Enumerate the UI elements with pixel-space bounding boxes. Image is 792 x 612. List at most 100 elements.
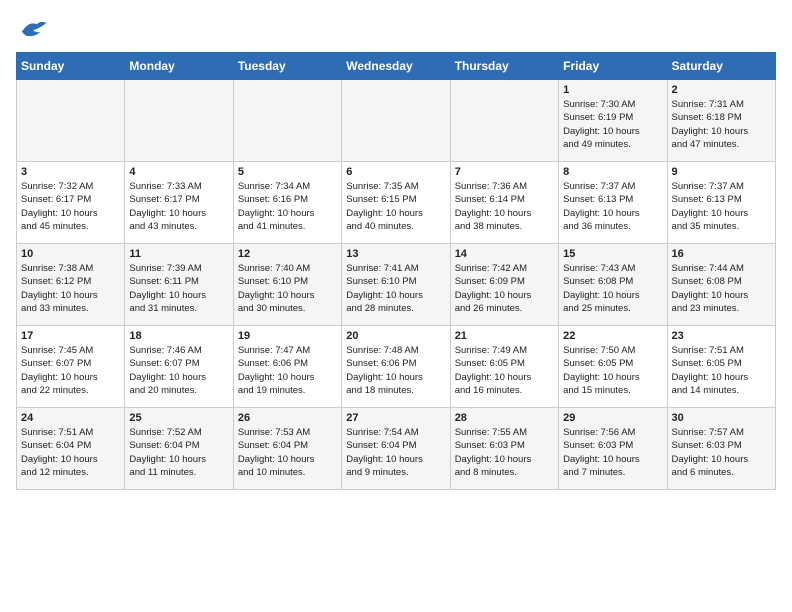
day-cell <box>233 80 341 162</box>
day-info: Sunset: 6:15 PM <box>346 193 445 206</box>
day-info: Sunset: 6:03 PM <box>455 439 554 452</box>
day-info: Sunrise: 7:56 AM <box>563 426 662 439</box>
day-cell: 2Sunrise: 7:31 AMSunset: 6:18 PMDaylight… <box>667 80 775 162</box>
day-cell: 30Sunrise: 7:57 AMSunset: 6:03 PMDayligh… <box>667 408 775 490</box>
day-info: Sunset: 6:04 PM <box>21 439 120 452</box>
day-info: Sunrise: 7:48 AM <box>346 344 445 357</box>
day-info: Sunrise: 7:55 AM <box>455 426 554 439</box>
day-info: Daylight: 10 hours <box>346 453 445 466</box>
day-info: Daylight: 10 hours <box>672 125 771 138</box>
week-row-2: 3Sunrise: 7:32 AMSunset: 6:17 PMDaylight… <box>17 162 776 244</box>
day-info: and 49 minutes. <box>563 138 662 151</box>
week-row-3: 10Sunrise: 7:38 AMSunset: 6:12 PMDayligh… <box>17 244 776 326</box>
day-info: Sunset: 6:07 PM <box>129 357 228 370</box>
day-info: Sunset: 6:08 PM <box>563 275 662 288</box>
calendar-table: SundayMondayTuesdayWednesdayThursdayFrid… <box>16 52 776 490</box>
day-number: 14 <box>455 248 554 260</box>
day-cell: 19Sunrise: 7:47 AMSunset: 6:06 PMDayligh… <box>233 326 341 408</box>
day-cell: 12Sunrise: 7:40 AMSunset: 6:10 PMDayligh… <box>233 244 341 326</box>
day-info: Daylight: 10 hours <box>129 371 228 384</box>
day-info: Daylight: 10 hours <box>238 453 337 466</box>
day-info: Daylight: 10 hours <box>129 453 228 466</box>
day-number: 20 <box>346 330 445 342</box>
header-cell-wednesday: Wednesday <box>342 53 450 80</box>
day-info: and 8 minutes. <box>455 466 554 479</box>
day-info: Sunset: 6:17 PM <box>21 193 120 206</box>
day-number: 12 <box>238 248 337 260</box>
day-info: Sunset: 6:06 PM <box>238 357 337 370</box>
header-row: SundayMondayTuesdayWednesdayThursdayFrid… <box>17 53 776 80</box>
day-number: 11 <box>129 248 228 260</box>
header-cell-thursday: Thursday <box>450 53 558 80</box>
day-number: 1 <box>563 84 662 96</box>
day-info: and 16 minutes. <box>455 384 554 397</box>
day-info: Daylight: 10 hours <box>455 207 554 220</box>
day-info: Sunrise: 7:44 AM <box>672 262 771 275</box>
day-cell: 7Sunrise: 7:36 AMSunset: 6:14 PMDaylight… <box>450 162 558 244</box>
day-info: Sunrise: 7:37 AM <box>672 180 771 193</box>
day-info: Daylight: 10 hours <box>21 207 120 220</box>
day-info: Daylight: 10 hours <box>563 289 662 302</box>
day-info: Sunset: 6:14 PM <box>455 193 554 206</box>
day-info: Daylight: 10 hours <box>238 207 337 220</box>
day-info: Sunset: 6:08 PM <box>672 275 771 288</box>
day-number: 29 <box>563 412 662 424</box>
day-info: Sunrise: 7:37 AM <box>563 180 662 193</box>
day-info: and 15 minutes. <box>563 384 662 397</box>
logo-bird-icon <box>18 16 48 40</box>
day-info: Sunrise: 7:36 AM <box>455 180 554 193</box>
day-number: 15 <box>563 248 662 260</box>
day-info: Sunrise: 7:57 AM <box>672 426 771 439</box>
day-info: Daylight: 10 hours <box>563 125 662 138</box>
day-number: 22 <box>563 330 662 342</box>
day-cell: 1Sunrise: 7:30 AMSunset: 6:19 PMDaylight… <box>559 80 667 162</box>
day-info: Daylight: 10 hours <box>563 453 662 466</box>
day-number: 25 <box>129 412 228 424</box>
day-info: and 43 minutes. <box>129 220 228 233</box>
day-info: and 38 minutes. <box>455 220 554 233</box>
day-info: Sunset: 6:11 PM <box>129 275 228 288</box>
day-info: and 14 minutes. <box>672 384 771 397</box>
day-info: Sunset: 6:13 PM <box>672 193 771 206</box>
day-info: Daylight: 10 hours <box>21 289 120 302</box>
day-info: Sunrise: 7:51 AM <box>21 426 120 439</box>
day-cell: 10Sunrise: 7:38 AMSunset: 6:12 PMDayligh… <box>17 244 125 326</box>
page-container: SundayMondayTuesdayWednesdayThursdayFrid… <box>0 0 792 498</box>
day-info: Daylight: 10 hours <box>238 289 337 302</box>
day-info: and 22 minutes. <box>21 384 120 397</box>
day-cell <box>125 80 233 162</box>
day-number: 4 <box>129 166 228 178</box>
day-number: 9 <box>672 166 771 178</box>
day-number: 5 <box>238 166 337 178</box>
day-info: Sunset: 6:04 PM <box>129 439 228 452</box>
day-info: and 12 minutes. <box>21 466 120 479</box>
day-info: Sunset: 6:18 PM <box>672 111 771 124</box>
day-info: and 28 minutes. <box>346 302 445 315</box>
day-info: and 41 minutes. <box>238 220 337 233</box>
day-info: Daylight: 10 hours <box>455 289 554 302</box>
day-info: and 36 minutes. <box>563 220 662 233</box>
day-info: Daylight: 10 hours <box>346 371 445 384</box>
header-cell-tuesday: Tuesday <box>233 53 341 80</box>
day-info: Sunrise: 7:51 AM <box>672 344 771 357</box>
day-cell <box>342 80 450 162</box>
day-info: Sunset: 6:03 PM <box>672 439 771 452</box>
day-info: and 45 minutes. <box>21 220 120 233</box>
day-cell <box>17 80 125 162</box>
day-info: Sunset: 6:19 PM <box>563 111 662 124</box>
day-cell: 6Sunrise: 7:35 AMSunset: 6:15 PMDaylight… <box>342 162 450 244</box>
day-info: Sunset: 6:04 PM <box>238 439 337 452</box>
day-info: Sunset: 6:09 PM <box>455 275 554 288</box>
day-info: Sunset: 6:16 PM <box>238 193 337 206</box>
day-info: and 7 minutes. <box>563 466 662 479</box>
day-info: and 23 minutes. <box>672 302 771 315</box>
day-info: Daylight: 10 hours <box>346 289 445 302</box>
day-info: Sunrise: 7:35 AM <box>346 180 445 193</box>
day-cell: 28Sunrise: 7:55 AMSunset: 6:03 PMDayligh… <box>450 408 558 490</box>
day-cell: 26Sunrise: 7:53 AMSunset: 6:04 PMDayligh… <box>233 408 341 490</box>
day-info: Sunrise: 7:31 AM <box>672 98 771 111</box>
page-header <box>16 16 776 40</box>
day-info: Sunset: 6:17 PM <box>129 193 228 206</box>
day-info: Sunset: 6:03 PM <box>563 439 662 452</box>
day-info: Sunrise: 7:47 AM <box>238 344 337 357</box>
